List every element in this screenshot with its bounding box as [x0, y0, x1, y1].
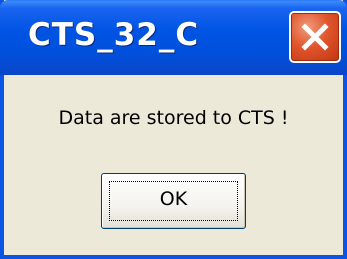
ok-button-label: OK: [159, 188, 188, 210]
ok-button[interactable]: OK: [101, 173, 246, 229]
dialog-title: CTS_32_C: [28, 17, 200, 53]
title-bar[interactable]: CTS_32_C: [0, 0, 347, 75]
close-button[interactable]: [289, 11, 341, 63]
close-icon: [301, 23, 329, 51]
dialog-message: Data are stored to CTS !: [58, 107, 289, 129]
message-dialog: CTS_32_C Data are stored to CTS ! OK: [0, 0, 347, 259]
